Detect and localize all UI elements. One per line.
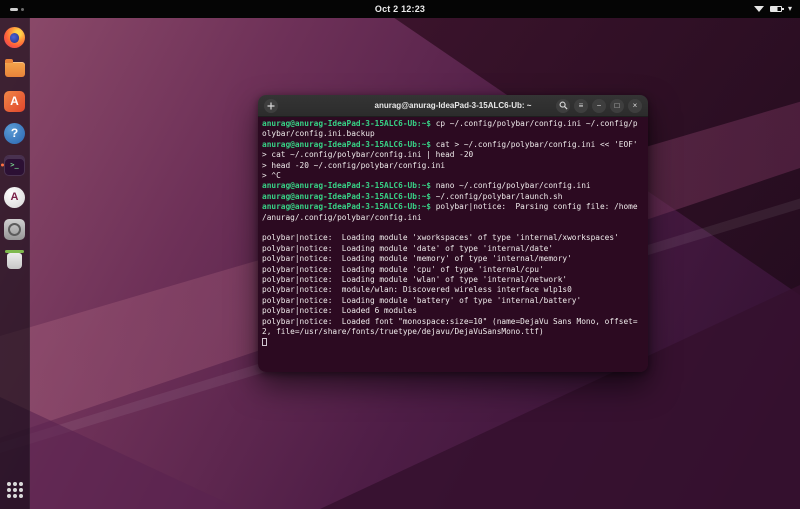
terminal-line: polybar|notice: Loading module 'xworkspa… [262, 233, 644, 243]
show-apps-button[interactable] [0, 475, 30, 505]
top-bar: Oct 2 12:23 ▾ [0, 0, 800, 18]
minimize-icon: − [597, 99, 602, 113]
settings-icon [4, 219, 25, 240]
minimize-button[interactable]: − [592, 99, 606, 113]
terminal-line: /anurag/.config/polybar/config.ini [262, 213, 644, 223]
maximize-icon: □ [615, 99, 620, 113]
workspace-indicator[interactable] [10, 8, 24, 11]
maximize-button[interactable]: □ [610, 99, 624, 113]
terminal-line: anurag@anurag-IdeaPad-3-15ALC6-Ub:~$ pol… [262, 202, 644, 212]
close-button[interactable]: × [628, 99, 642, 113]
terminal-line: 2, file=/usr/share/fonts/truetype/dejavu… [262, 327, 644, 337]
search-icon [559, 101, 568, 110]
dock-item-files[interactable] [0, 54, 30, 84]
dock-item-settings[interactable] [0, 214, 30, 244]
terminal-line: > ^C [262, 171, 644, 181]
terminal-line: olybar/config.ini.backup [262, 129, 644, 139]
letter-a-app-icon [4, 187, 25, 208]
running-indicator [1, 164, 4, 167]
firefox-icon [4, 27, 25, 48]
terminal-line: polybar|notice: Loading module 'wlan' of… [262, 275, 644, 285]
help-icon [4, 123, 25, 144]
terminal-body[interactable]: anurag@anurag-IdeaPad-3-15ALC6-Ub:~$ cp … [258, 117, 648, 372]
show-apps-icon [7, 482, 23, 498]
desktop: Oct 2 12:23 ▾ anurag@anurag-IdeaPad-3-15… [0, 0, 800, 509]
terminal-cursor [262, 338, 267, 347]
menu-button[interactable]: ≡ [574, 99, 588, 113]
battery-icon [770, 6, 782, 12]
dock-item-letter-a-app[interactable] [0, 182, 30, 212]
terminal-line [262, 223, 644, 233]
search-button[interactable] [556, 99, 570, 113]
terminal-line: polybar|notice: module/wlan: Discovered … [262, 285, 644, 295]
terminal-line: polybar|notice: Loaded 6 modules [262, 306, 644, 316]
dock-item-terminal[interactable] [0, 150, 30, 180]
new-tab-button[interactable] [264, 99, 278, 113]
terminal-line: anurag@anurag-IdeaPad-3-15ALC6-Ub:~$ cp … [262, 119, 644, 129]
system-tray[interactable]: ▾ [754, 5, 792, 13]
terminal-line: polybar|notice: Loading module 'memory' … [262, 254, 644, 264]
terminal-line [262, 338, 644, 349]
terminal-line: > cat ~/.config/polybar/config.ini | hea… [262, 150, 644, 160]
terminal-line: polybar|notice: Loading module 'battery'… [262, 296, 644, 306]
window-title: anurag@anurag-IdeaPad-3-15ALC6-Ub: ~ [375, 101, 532, 110]
terminal-headerbar[interactable]: anurag@anurag-IdeaPad-3-15ALC6-Ub: ~ ≡ −… [258, 95, 648, 117]
close-icon: × [633, 99, 638, 113]
terminal-line: > head -20 ~/.config/polybar/config.ini [262, 161, 644, 171]
dock-item-help[interactable] [0, 118, 30, 148]
hamburger-icon: ≡ [579, 99, 584, 113]
dock [0, 18, 30, 509]
dock-item-firefox[interactable] [0, 22, 30, 52]
terminal-icon [4, 155, 25, 176]
terminal-line: anurag@anurag-IdeaPad-3-15ALC6-Ub:~$ ~/.… [262, 192, 644, 202]
trash-icon [7, 253, 22, 269]
dock-item-trash[interactable] [0, 246, 30, 276]
clock[interactable]: Oct 2 12:23 [375, 4, 425, 14]
dock-item-software[interactable] [0, 86, 30, 116]
software-center-icon [4, 91, 25, 112]
terminal-line: polybar|notice: Loaded font "monospace:s… [262, 317, 644, 327]
terminal-line: anurag@anurag-IdeaPad-3-15ALC6-Ub:~$ cat… [262, 140, 644, 150]
terminal-window[interactable]: anurag@anurag-IdeaPad-3-15ALC6-Ub: ~ ≡ −… [258, 95, 648, 372]
terminal-line: polybar|notice: Loading module 'date' of… [262, 244, 644, 254]
network-wifi-icon [754, 6, 764, 12]
terminal-line: anurag@anurag-IdeaPad-3-15ALC6-Ub:~$ nan… [262, 181, 644, 191]
terminal-line: polybar|notice: Loading module 'cpu' of … [262, 265, 644, 275]
plus-icon [267, 102, 275, 110]
files-icon [5, 62, 25, 77]
chevron-down-icon: ▾ [788, 5, 792, 13]
